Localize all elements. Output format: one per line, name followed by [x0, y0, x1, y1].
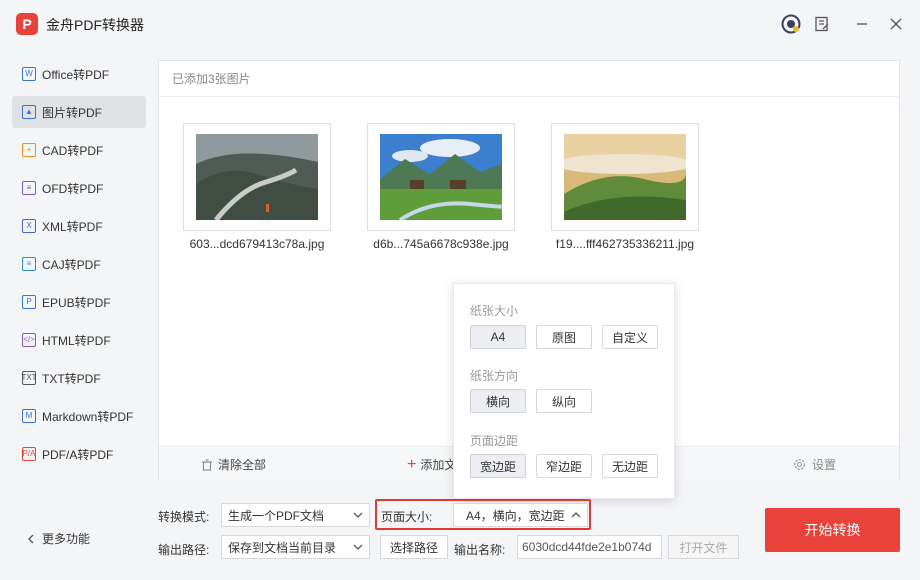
page-size-value: A4，横向，宽边距: [466, 508, 565, 523]
more-features-link[interactable]: 更多功能: [26, 530, 90, 547]
chevron-down-icon: [353, 540, 363, 557]
paper-orientation-label: 纸张方向: [470, 369, 519, 383]
size-option-a4[interactable]: A4: [470, 325, 526, 349]
size-option-custom[interactable]: 自定义: [602, 325, 658, 349]
sidebar-item-label: TXT转PDF: [42, 371, 101, 386]
clear-all-button[interactable]: 清除全部: [201, 456, 266, 473]
chevron-up-icon: [571, 508, 581, 525]
village-image: [380, 134, 502, 220]
sidebar-item-icon: X: [22, 219, 36, 233]
road-image: [196, 134, 318, 220]
chevron-left-icon: [28, 534, 34, 543]
panel-header: 已添加3张图片: [159, 61, 899, 97]
sidebar-item-label: Markdown转PDF: [42, 409, 134, 424]
app-logo-icon: P: [16, 13, 38, 35]
file-name-2: d6b...745a6678c938e.jpg: [373, 237, 509, 251]
start-convert-button[interactable]: 开始转换: [765, 508, 900, 552]
convert-mode-label: 转换模式:: [158, 510, 210, 524]
sidebar-item-1[interactable]: W Office转PDF: [12, 58, 146, 90]
sidebar-item-icon: ▲: [22, 105, 36, 119]
file-thumbnail-1[interactable]: [183, 123, 331, 231]
margin-option-narrow[interactable]: 窄边距: [536, 454, 592, 478]
settings-label: 设置: [812, 458, 837, 472]
convert-mode-select[interactable]: 生成一个PDF文档: [221, 503, 370, 527]
sidebar-item-label: CAJ转PDF: [42, 257, 101, 272]
plus-icon: +: [407, 455, 417, 473]
sidebar-item-9[interactable]: TXT TXT转PDF: [12, 362, 146, 394]
sidebar-item-4[interactable]: ≡ OFD转PDF: [12, 172, 146, 204]
page-size-select[interactable]: A4，横向，宽边距: [453, 503, 588, 527]
title-bar: P 金舟PDF转换器: [0, 0, 920, 48]
file-name-1: 603...dcd679413c78a.jpg: [189, 237, 325, 251]
sidebar-item-icon: M: [22, 409, 36, 423]
sidebar-item-6[interactable]: ≡ CAJ转PDF: [12, 248, 146, 280]
sidebar-item-icon: P/A: [22, 447, 36, 461]
gear-icon: [794, 459, 805, 470]
sidebar-item-label: HTML转PDF: [42, 333, 111, 348]
hills-image: [564, 134, 686, 220]
feedback-icon[interactable]: [812, 14, 832, 34]
sidebar-item-icon: TXT: [21, 371, 37, 385]
output-name-input[interactable]: 6030dcd44fde2e1b074d: [517, 535, 662, 559]
file-thumbnail-2[interactable]: [367, 123, 515, 231]
paper-size-label: 纸张大小: [470, 304, 519, 318]
output-name-value: 6030dcd44fde2e1b074d: [522, 540, 652, 554]
output-path-label: 输出路径:: [158, 543, 210, 557]
sidebar-item-icon: W: [22, 67, 36, 81]
page-margin-label: 页面边距: [470, 434, 519, 448]
sidebar-item-label: PDF/A转PDF: [42, 447, 114, 462]
add-file-label: 添加文: [420, 458, 457, 472]
sidebar-item-2[interactable]: ▲ 图片转PDF: [12, 96, 146, 128]
sidebar-item-label: XML转PDF: [42, 219, 103, 234]
choose-path-button[interactable]: 选择路径: [380, 535, 448, 559]
sidebar-item-icon: </>: [22, 333, 36, 347]
sidebar-item-11[interactable]: P/A PDF/A转PDF: [12, 438, 146, 470]
orientation-option-portrait[interactable]: 纵向: [536, 389, 592, 413]
chevron-down-icon: [353, 508, 363, 525]
orientation-option-landscape[interactable]: 横向: [470, 389, 526, 413]
user-avatar-icon[interactable]: [781, 14, 801, 34]
page-size-popup: 纸张大小 A4 原图 自定义 纸张方向 横向 纵向 页面边距 宽边距 窄边距 无…: [453, 283, 675, 499]
output-path-value: 保存到文档当前目录: [228, 540, 337, 555]
output-name-label: 输出名称:: [454, 543, 506, 557]
sidebar-item-10[interactable]: M Markdown转PDF: [12, 400, 146, 432]
more-features-label: 更多功能: [42, 532, 91, 546]
sidebar-item-label: OFD转PDF: [42, 181, 104, 196]
sidebar-item-label: 图片转PDF: [42, 105, 103, 120]
sidebar-item-icon: ≡: [22, 257, 36, 271]
open-file-button[interactable]: 打开文件: [668, 535, 739, 559]
sidebar-item-icon: P: [22, 295, 36, 309]
sidebar-item-8[interactable]: </> HTML转PDF: [12, 324, 146, 356]
add-file-button[interactable]: + 添加文: [407, 456, 456, 473]
minimize-button[interactable]: [850, 12, 874, 36]
sidebar-item-icon: ≡: [22, 181, 36, 195]
file-thumbnail-3[interactable]: [551, 123, 699, 231]
page-size-label: 页面大小:: [381, 510, 433, 524]
sidebar-item-7[interactable]: P EPUB转PDF: [12, 286, 146, 318]
file-name-3: f19....fff462735336211.jpg: [555, 237, 695, 251]
margin-option-none[interactable]: 无边距: [602, 454, 658, 478]
sidebar-item-label: CAD转PDF: [42, 143, 104, 158]
trash-icon: [202, 458, 212, 471]
sidebar-item-label: EPUB转PDF: [42, 295, 111, 310]
sidebar-item-label: Office转PDF: [42, 67, 110, 82]
app-title: 金舟PDF转换器: [46, 17, 144, 33]
output-path-select[interactable]: 保存到文档当前目录: [221, 535, 370, 559]
sidebar-item-icon: +: [22, 143, 36, 157]
clear-all-label: 清除全部: [218, 458, 267, 472]
convert-mode-value: 生成一个PDF文档: [228, 508, 325, 523]
sidebar-item-5[interactable]: X XML转PDF: [12, 210, 146, 242]
settings-button[interactable]: 设置: [793, 456, 836, 473]
size-option-original[interactable]: 原图: [536, 325, 592, 349]
close-button[interactable]: [884, 12, 908, 36]
margin-option-wide[interactable]: 宽边距: [470, 454, 526, 478]
sidebar-item-3[interactable]: + CAD转PDF: [12, 134, 146, 166]
